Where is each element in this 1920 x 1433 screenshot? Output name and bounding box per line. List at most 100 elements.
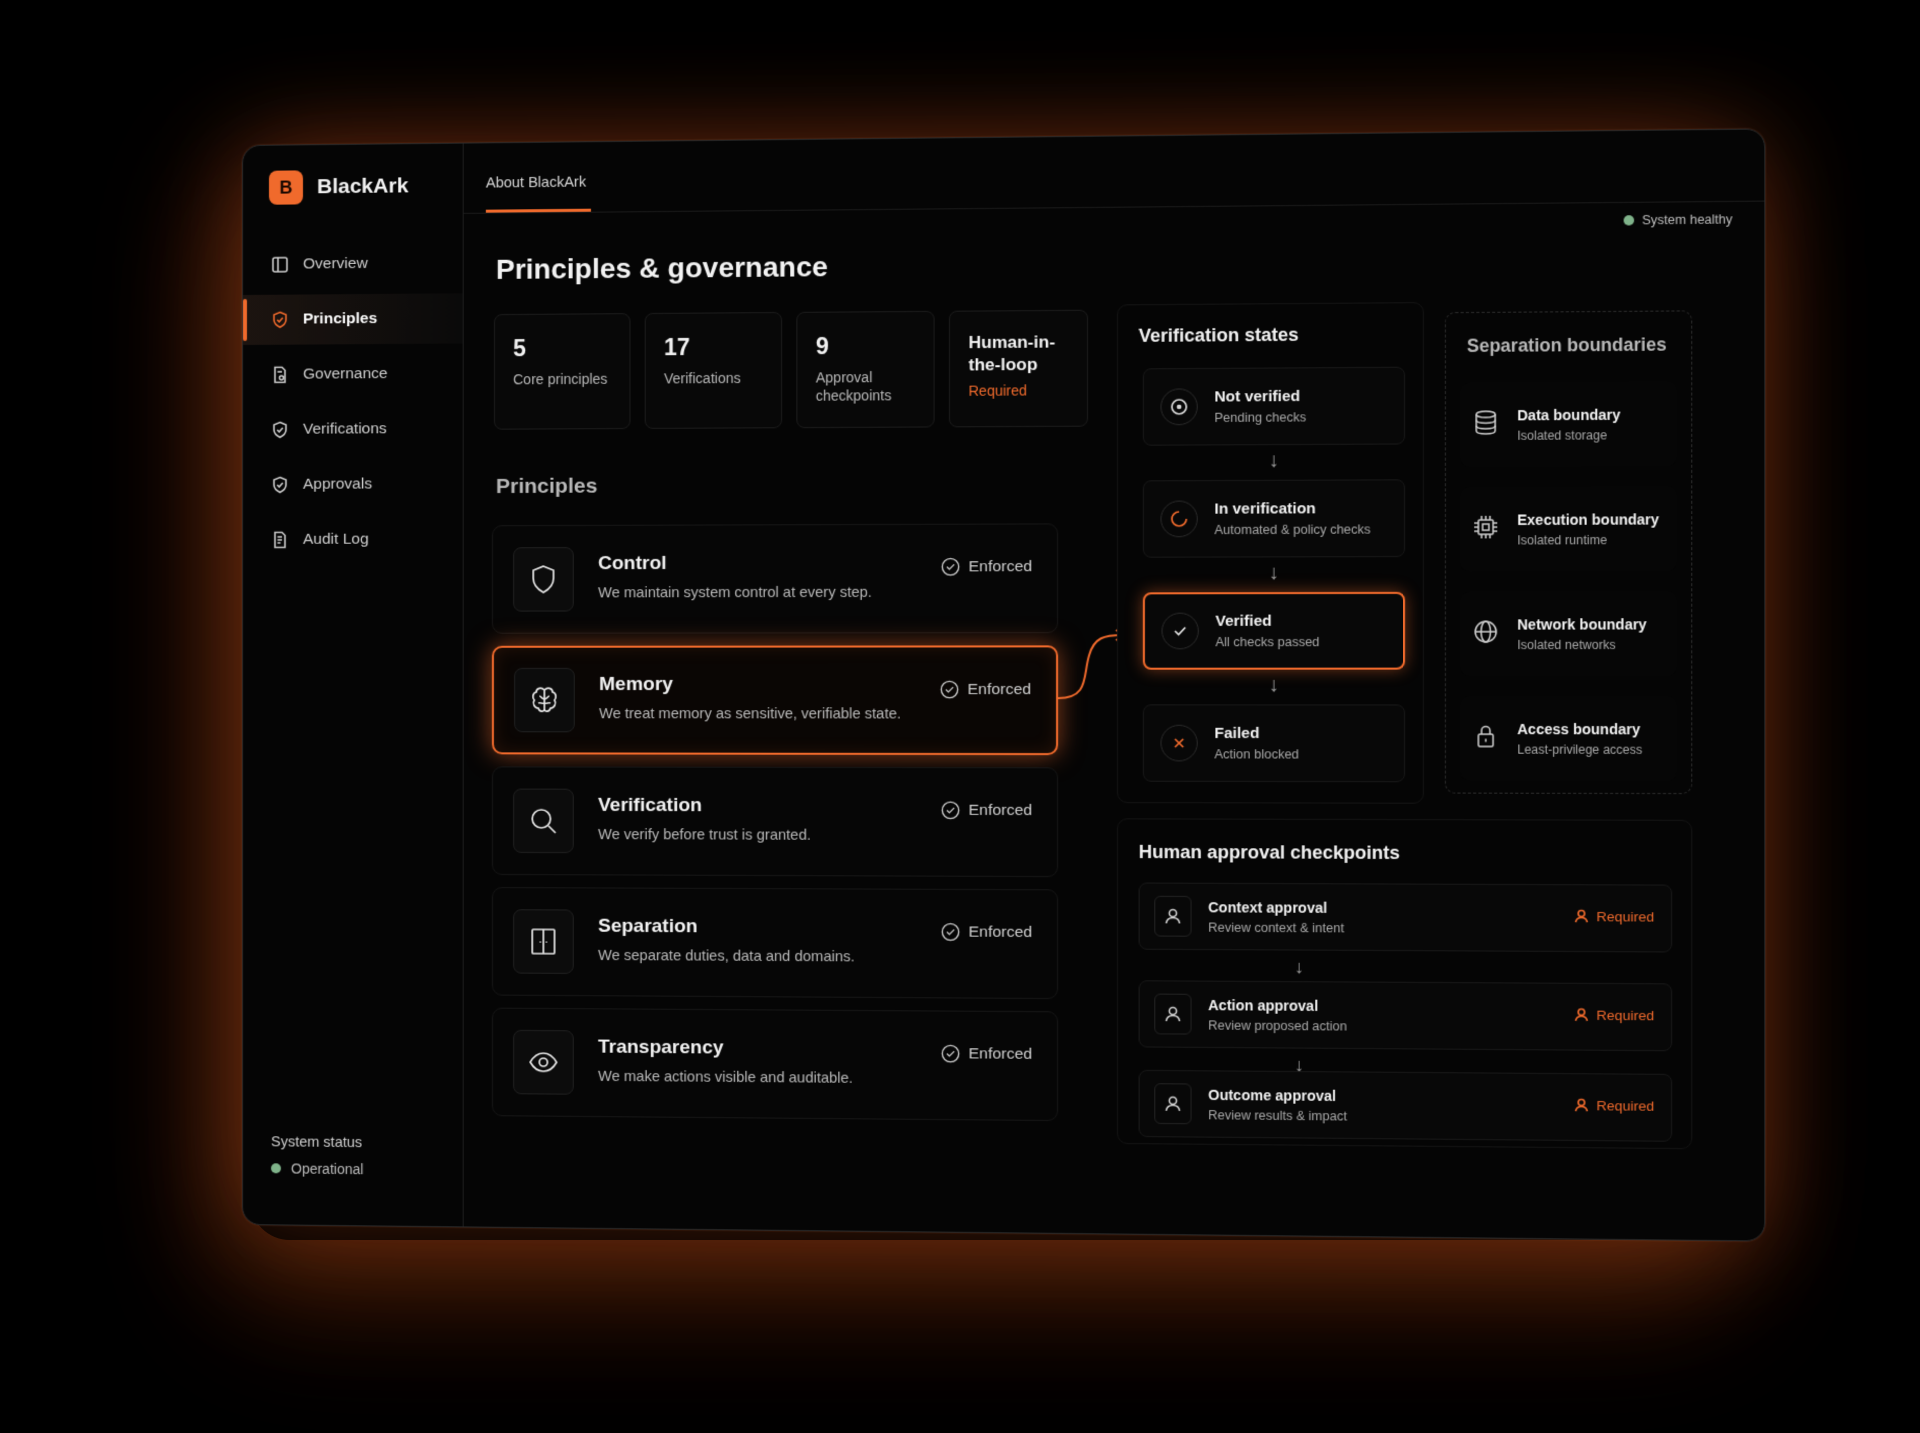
principles-heading: Principles [495, 474, 598, 499]
app-window: B BlackArk Overview Principles Governanc… [242, 128, 1766, 1242]
principle-card-memory[interactable]: Memory We treat memory as sensitive, ver… [491, 645, 1059, 756]
sidebar-item-principles[interactable]: Principles [242, 293, 463, 345]
boundary-name: Data boundary [1517, 405, 1621, 423]
health-indicator: System healthy [1623, 212, 1732, 227]
state-verified[interactable]: Verified All checks passed [1142, 591, 1406, 670]
approval-name: Action approval [1208, 996, 1319, 1014]
approval-icon-box [1154, 895, 1192, 937]
enforced-badge: Enforced [941, 1044, 1032, 1064]
sidebar-item-label: Overview [302, 254, 368, 273]
principle-title: Verification [598, 795, 703, 817]
enforced-badge: Enforced [941, 557, 1033, 577]
check-icon [1170, 621, 1191, 641]
system-status-value: Operational [270, 1160, 364, 1177]
boundary-access[interactable]: Access boundary Least-privilege access [1460, 696, 1677, 781]
state-in-verification[interactable]: In verification Automated & policy check… [1142, 479, 1406, 558]
principle-card-separation[interactable]: Separation We separate duties, data and … [491, 887, 1059, 1000]
approval-name: Outcome approval [1208, 1086, 1337, 1104]
user-icon [1163, 1004, 1184, 1025]
main-content: About BlackArk System healthy Principles… [463, 129, 1765, 1240]
principle-card-verification[interactable]: Verification We verify before trust is g… [491, 766, 1059, 878]
stat-value: 9 [815, 332, 829, 360]
state-icon-box [1160, 388, 1198, 426]
check-circle-icon [941, 922, 961, 941]
approval-icon-box [1154, 993, 1192, 1035]
state-icon-box [1161, 612, 1199, 650]
state-sub: All checks passed [1215, 634, 1320, 650]
state-text: Failed Action blocked [1214, 725, 1299, 762]
principle-desc: We maintain system control at every step… [598, 585, 872, 602]
tab-about-blackark[interactable]: About BlackArk [485, 174, 591, 213]
sidebar-item-verifications[interactable]: Verifications [243, 404, 463, 455]
globe-icon [1471, 617, 1500, 646]
boundary-text: Data boundary Isolated storage [1517, 406, 1620, 442]
stat-label: Verifications [663, 369, 741, 387]
separation-boundaries-panel: Separation boundaries Data boundary Isol… [1444, 310, 1693, 795]
principle-card-control[interactable]: Control We maintain system control at ev… [491, 523, 1059, 634]
principle-title: Memory [599, 674, 673, 696]
enforced-badge: Enforced [941, 801, 1032, 821]
required-badge: Required [1573, 1006, 1654, 1023]
state-icon-box [1160, 500, 1198, 538]
enforced-label: Enforced [968, 557, 1033, 575]
approval-context[interactable]: Context approval Review context & intent… [1138, 882, 1673, 953]
sidebar-item-label: Verifications [302, 420, 387, 438]
approval-checkpoints-panel: Human approval checkpoints Context appro… [1116, 818, 1693, 1150]
principle-desc: We separate duties, data and domains. [598, 948, 855, 966]
boundary-execution[interactable]: Execution boundary Isolated runtime [1460, 486, 1677, 572]
database-icon [1471, 408, 1500, 437]
check-circle-icon [941, 1044, 961, 1063]
split-panel-icon [527, 925, 559, 957]
arrow-down-icon: ↓ [1268, 561, 1279, 584]
state-failed[interactable]: Failed Action blocked [1142, 704, 1406, 783]
search-icon [527, 805, 559, 837]
brain-icon [528, 684, 560, 716]
sidebar-item-overview[interactable]: Overview [243, 238, 463, 290]
boundary-sub: Isolated runtime [1517, 532, 1608, 548]
principle-desc: We treat memory as sensitive, verifiable… [599, 706, 902, 723]
approval-action[interactable]: Action approval Review proposed action R… [1138, 980, 1673, 1052]
shield-icon [273, 421, 287, 438]
state-name: In verification [1214, 500, 1316, 518]
spinner-icon [1169, 509, 1190, 529]
boundary-name: Network boundary [1517, 615, 1647, 633]
sidebar-nav: Overview Principles Governance Verificat… [242, 238, 463, 565]
brand: B BlackArk [243, 164, 463, 210]
principle-text: Memory We treat memory as sensitive, ver… [599, 674, 905, 726]
required-label: Required [1596, 908, 1655, 925]
state-icon-box [1160, 724, 1198, 762]
required-badge: Required [1573, 908, 1654, 925]
required-label: Required [1596, 1097, 1655, 1114]
required-label: Required [1596, 1007, 1655, 1023]
sidebar-item-governance[interactable]: Governance [243, 349, 463, 400]
approval-outcome[interactable]: Outcome approval Review results & impact… [1138, 1069, 1673, 1142]
sidebar-item-approvals[interactable]: Approvals [243, 459, 463, 510]
principle-icon-box [513, 1029, 574, 1095]
user-icon [1163, 906, 1184, 926]
boundary-text: Network boundary Isolated networks [1517, 616, 1646, 652]
sidebar-item-label: Principles [302, 309, 378, 328]
verification-states-panel: Verification states Not verified Pending… [1116, 302, 1424, 804]
eye-icon [527, 1046, 559, 1078]
state-not-verified[interactable]: Not verified Pending checks [1142, 366, 1406, 446]
principle-card-transparency[interactable]: Transparency We make actions visible and… [491, 1007, 1059, 1122]
page-title: Principles & governance [495, 250, 828, 285]
boundary-icon [1471, 408, 1500, 442]
brand-logo: B [268, 170, 303, 205]
boundary-network[interactable]: Network boundary Isolated networks [1460, 591, 1677, 676]
stat-card: 9 Approval checkpoints [796, 310, 935, 429]
stat-value: 17 [663, 333, 690, 361]
enforced-badge: Enforced [940, 680, 1031, 699]
user-icon [1573, 1097, 1590, 1114]
sidebar-item-audit-log[interactable]: Audit Log [243, 514, 463, 565]
boundary-name: Execution boundary [1517, 510, 1660, 528]
x-icon [1169, 733, 1190, 753]
boundary-sub: Isolated storage [1517, 427, 1608, 443]
stat-card: 17 Verifications [644, 311, 783, 429]
boundary-data[interactable]: Data boundary Isolated storage [1460, 381, 1677, 467]
state-sub: Action blocked [1214, 747, 1299, 762]
stat-label: Required [968, 382, 1027, 400]
stat-card: Human-in-the-loop Required [948, 309, 1089, 428]
required-badge: Required [1573, 1097, 1654, 1114]
state-text: Not verified Pending checks [1214, 388, 1306, 425]
